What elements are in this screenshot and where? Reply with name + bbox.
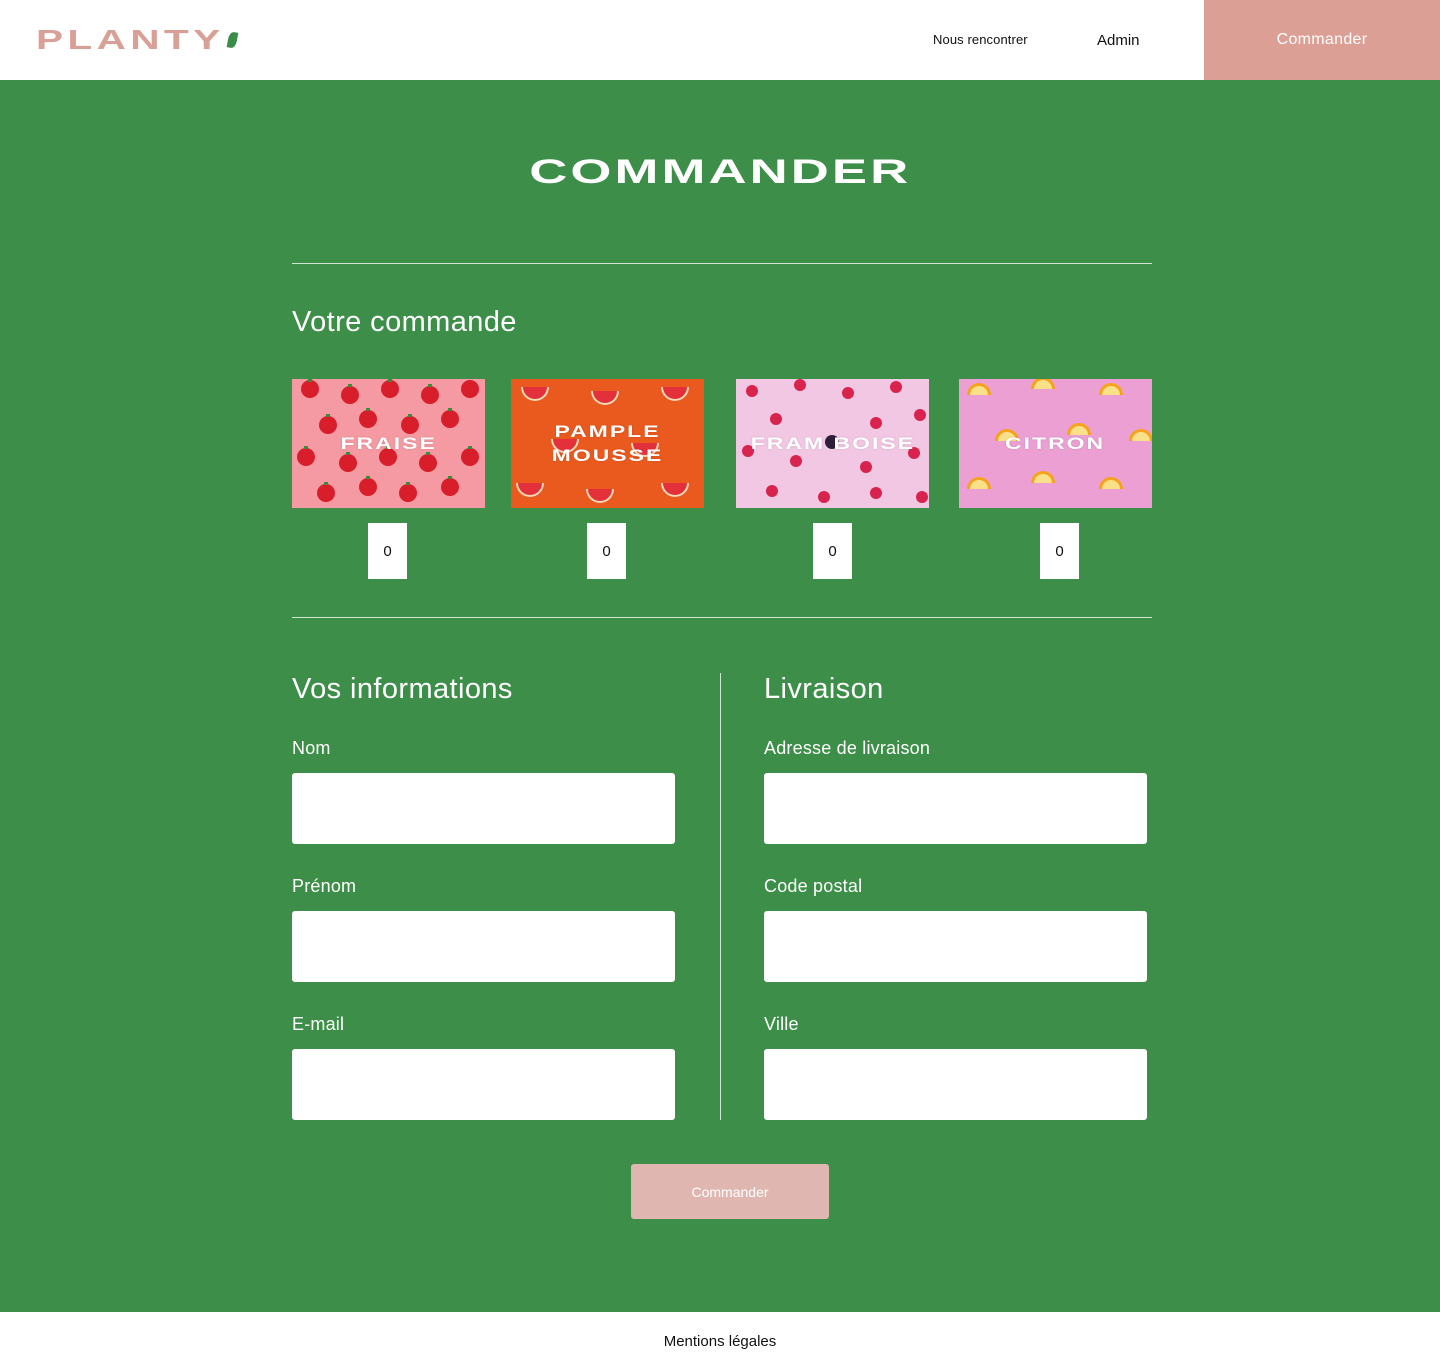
product-name: FRAISE — [340, 433, 437, 453]
site-footer: Mentions légales — [0, 1312, 1440, 1372]
divider — [292, 617, 1152, 618]
product-card-pamplemousse[interactable]: PAMPLE MOUSSE — [511, 379, 704, 508]
product-label: FRAM BOISE — [736, 379, 929, 508]
adresse-label: Adresse de livraison — [764, 738, 931, 758]
code-postal-label: Code postal — [764, 876, 863, 896]
product-name: PAMPLE MOUSSE — [551, 421, 664, 465]
header-commander-button[interactable]: Commander — [1204, 0, 1440, 80]
leaf-icon — [226, 31, 239, 49]
product-card-fraise[interactable]: FRAISE — [292, 379, 485, 508]
page-title-text: COMMANDER — [528, 153, 912, 191]
prenom-label: Prénom — [292, 876, 357, 896]
prenom-input[interactable] — [292, 911, 675, 982]
email-label: E-mail — [292, 1014, 345, 1034]
product-label: CITRON — [959, 379, 1152, 508]
divider — [292, 263, 1152, 264]
logo[interactable]: PLANTY — [36, 26, 239, 54]
email-input[interactable] — [292, 1049, 675, 1120]
code-postal-input[interactable] — [764, 911, 1147, 982]
product-card-framboise[interactable]: FRAM BOISE — [736, 379, 929, 508]
quantity-input-fraise[interactable]: 0 — [368, 523, 407, 579]
mentions-legales-link[interactable]: Mentions légales — [0, 1333, 1440, 1350]
order-section: COMMANDER Votre commande FRAISE PAMPLE M… — [0, 80, 1440, 1312]
ville-input[interactable] — [764, 1049, 1147, 1120]
order-title: Votre commande — [292, 306, 517, 338]
product-card-citron[interactable]: CITRON — [959, 379, 1152, 508]
nav-link-admin[interactable]: Admin — [1097, 32, 1140, 50]
shipping-title: Livraison — [764, 673, 884, 705]
quantity-input-framboise[interactable]: 0 — [813, 523, 852, 579]
nom-label: Nom — [292, 738, 331, 758]
nom-input[interactable] — [292, 773, 675, 844]
page-title: COMMANDER — [0, 150, 1440, 194]
ville-label: Ville — [764, 1014, 799, 1034]
logo-text: PLANTY — [36, 24, 225, 55]
site-header: PLANTY Nous rencontrer Admin Commander — [0, 0, 1440, 80]
nav-link-nous-rencontrer[interactable]: Nous rencontrer — [933, 31, 1028, 49]
quantity-input-citron[interactable]: 0 — [1040, 523, 1079, 579]
product-label: PAMPLE MOUSSE — [511, 379, 704, 508]
product-name: FRAM BOISE — [750, 433, 915, 453]
product-label: FRAISE — [292, 379, 485, 508]
product-name: CITRON — [1005, 433, 1106, 453]
quantity-input-pamplemousse[interactable]: 0 — [587, 523, 626, 579]
submit-order-button[interactable]: Commander — [631, 1164, 829, 1219]
adresse-input[interactable] — [764, 773, 1147, 844]
column-divider — [720, 673, 721, 1120]
info-title: Vos informations — [292, 673, 513, 705]
